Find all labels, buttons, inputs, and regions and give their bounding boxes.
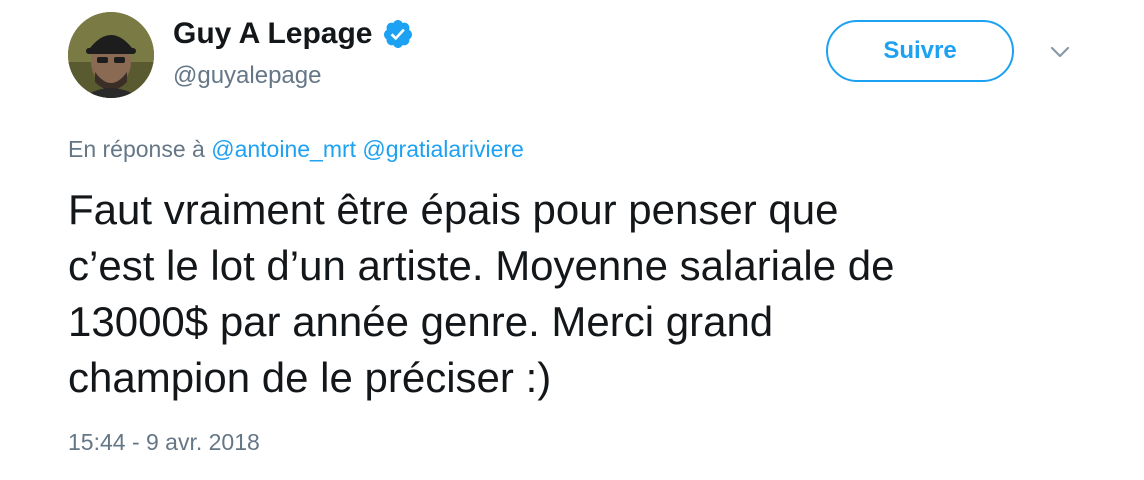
follow-button[interactable]: Suivre (826, 20, 1014, 82)
chevron-down-icon (1050, 46, 1070, 58)
verified-badge-icon (384, 20, 413, 48)
mention-link[interactable]: @gratialariviere (362, 136, 523, 162)
tweet-timestamp[interactable]: 15:44 - 9 avr. 2018 (68, 426, 260, 458)
tweet-text: Faut vraiment être épais pour penser que… (68, 186, 895, 401)
reply-context-prefix: En réponse à (68, 136, 205, 162)
avatar[interactable] (68, 12, 154, 98)
tweet-card: Guy A Lepage @guyalepage Suivre En répon… (0, 0, 1144, 480)
reply-context: En réponse à @antoine_mrt @gratialarivie… (68, 133, 524, 165)
user-avatar-icon (68, 12, 154, 98)
author-name-row: Guy A Lepage (173, 14, 414, 54)
author-handle[interactable]: @guyalepage (173, 60, 321, 92)
author-display-name[interactable]: Guy A Lepage (173, 14, 372, 54)
mention-link[interactable]: @antoine_mrt (211, 136, 356, 162)
more-options-button[interactable] (1044, 38, 1076, 66)
